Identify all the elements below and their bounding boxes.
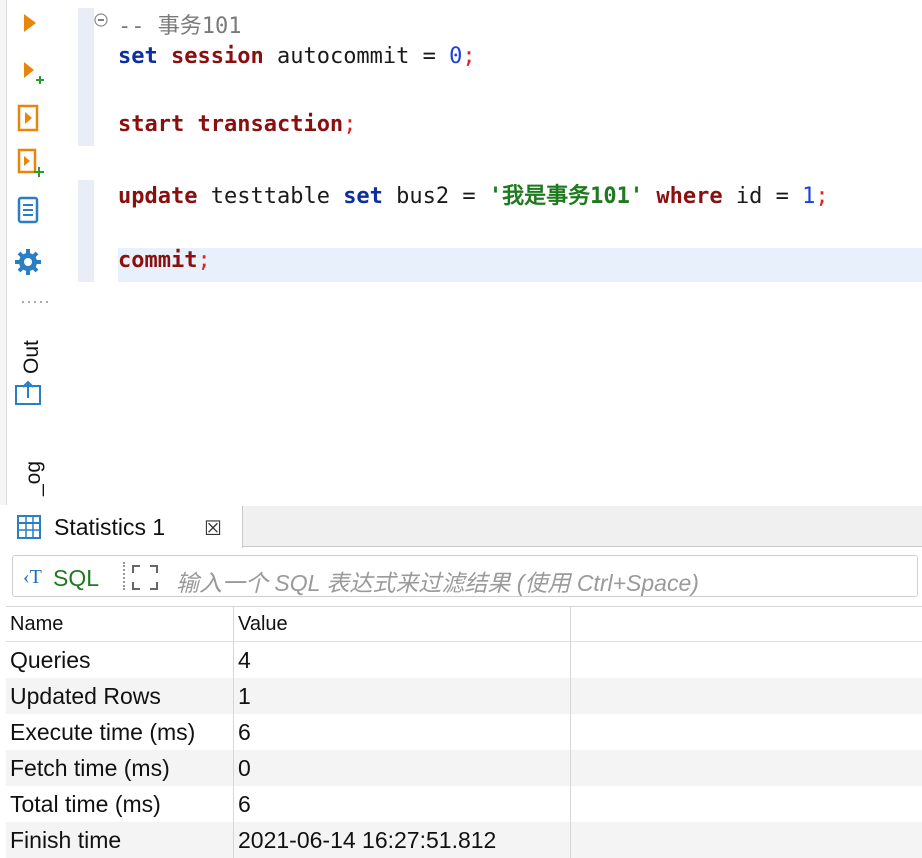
row-value: 6 bbox=[238, 719, 251, 745]
execute-script-icon[interactable] bbox=[14, 104, 44, 134]
log-tab-label: _og bbox=[22, 460, 45, 496]
code-token: id = bbox=[722, 184, 803, 209]
statistics-grid: Name Value Queries 4 Updated Rows 1 Exec… bbox=[6, 606, 922, 858]
row-name: Execute time (ms) bbox=[10, 719, 196, 745]
column-header-name[interactable]: Name bbox=[10, 607, 232, 641]
tab-statistics[interactable]: Statistics 1 ☒ bbox=[6, 506, 243, 548]
tab-statistics-label: Statistics 1 bbox=[54, 514, 166, 540]
row-name: Updated Rows bbox=[10, 683, 161, 709]
sql-filter-icon[interactable]: ‹T bbox=[23, 566, 42, 589]
column-divider[interactable] bbox=[570, 606, 571, 858]
collapse-icon[interactable] bbox=[94, 12, 108, 27]
code-token: '我是事务101' bbox=[488, 184, 644, 209]
row-name: Fetch time (ms) bbox=[10, 755, 170, 781]
explain-plan-icon[interactable] bbox=[14, 196, 44, 226]
code-token: ; bbox=[815, 184, 829, 209]
log-tab[interactable]: _og bbox=[4, 458, 56, 504]
filter-placeholder: 输入一个 SQL 表达式来过滤结果 (使用 Ctrl+Space) bbox=[176, 570, 699, 596]
code-line: set session autocommit = 0; bbox=[118, 42, 476, 72]
close-tab-icon[interactable]: ☒ bbox=[204, 516, 222, 540]
table-row[interactable]: Queries 4 bbox=[6, 642, 922, 678]
code-line: start transaction; bbox=[118, 110, 356, 140]
code-token: start bbox=[118, 112, 185, 137]
code-token: session bbox=[171, 44, 264, 69]
output-tab-label: Out bbox=[20, 340, 43, 374]
table-row[interactable]: Total time (ms) 6 bbox=[6, 786, 922, 822]
code-token: set bbox=[343, 184, 383, 209]
row-value: 4 bbox=[238, 647, 251, 673]
execute-icon[interactable] bbox=[14, 10, 44, 40]
fold-region-1 bbox=[78, 8, 94, 146]
row-name: Finish time bbox=[10, 827, 122, 853]
table-grid-icon bbox=[16, 514, 42, 544]
row-value: 0 bbox=[238, 755, 251, 781]
filter-bar: ‹T SQL 输入一个 SQL 表达式来过滤结果 (使用 Ctrl+Space) bbox=[6, 553, 922, 599]
filter-separator bbox=[123, 562, 127, 590]
table-row[interactable]: Updated Rows 1 bbox=[6, 678, 922, 714]
code-line: -- 事务101 bbox=[118, 12, 241, 42]
code-token: 0 bbox=[449, 44, 463, 69]
code-token: where bbox=[656, 184, 723, 209]
output-icon bbox=[14, 380, 44, 414]
code-token: ; bbox=[462, 44, 476, 69]
code-line: commit; bbox=[118, 246, 211, 276]
code-token: set bbox=[118, 44, 158, 69]
row-value: 6 bbox=[238, 791, 251, 817]
code-token: autocommit = bbox=[263, 44, 450, 69]
editor-toolbar bbox=[6, 0, 56, 505]
expand-icon[interactable] bbox=[131, 564, 161, 596]
output-tab[interactable]: Out bbox=[4, 330, 56, 410]
execute-new-tab-icon[interactable] bbox=[14, 58, 44, 88]
toolbar-separator bbox=[22, 290, 52, 303]
code-token: update bbox=[118, 184, 198, 209]
code-line: update testtable set bus2 = '我是事务101' wh… bbox=[118, 182, 829, 212]
table-row[interactable]: Fetch time (ms) 0 bbox=[6, 750, 922, 786]
row-name: Total time (ms) bbox=[10, 791, 161, 817]
execute-script-new-tab-icon[interactable] bbox=[14, 148, 44, 178]
column-header-value[interactable]: Value bbox=[238, 607, 568, 641]
code-token: ; bbox=[343, 112, 357, 137]
fold-region-2 bbox=[78, 180, 94, 282]
table-row[interactable]: Finish time 2021-06-14 16:27:51.812 bbox=[6, 822, 922, 858]
scroll-indicator-icon[interactable] bbox=[908, 498, 920, 513]
code-token: testtable bbox=[197, 184, 344, 209]
code-token: -- 事务101 bbox=[118, 14, 242, 39]
sql-filter-label[interactable]: SQL bbox=[53, 565, 99, 592]
column-divider[interactable] bbox=[233, 606, 234, 858]
results-tab-bar: Statistics 1 ☒ bbox=[6, 506, 922, 548]
filter-input[interactable]: ‹T SQL 输入一个 SQL 表达式来过滤结果 (使用 Ctrl+Space) bbox=[12, 555, 918, 597]
code-token: 1 bbox=[802, 184, 816, 209]
row-value: 2021-06-14 16:27:51.812 bbox=[238, 827, 497, 853]
code-token: transaction bbox=[197, 112, 344, 137]
grid-header-row: Name Value bbox=[6, 607, 922, 642]
code-token: bus2 = bbox=[382, 184, 489, 209]
sql-editor[interactable]: -- 事务101 set session autocommit = 0; sta… bbox=[56, 0, 922, 513]
code-token: ; bbox=[197, 248, 211, 273]
row-value: 1 bbox=[238, 683, 251, 709]
row-name: Queries bbox=[10, 647, 91, 673]
table-row[interactable]: Execute time (ms) 6 bbox=[6, 714, 922, 750]
code-token: commit bbox=[118, 248, 198, 273]
settings-icon[interactable] bbox=[14, 248, 44, 278]
current-line-highlight bbox=[118, 248, 922, 282]
